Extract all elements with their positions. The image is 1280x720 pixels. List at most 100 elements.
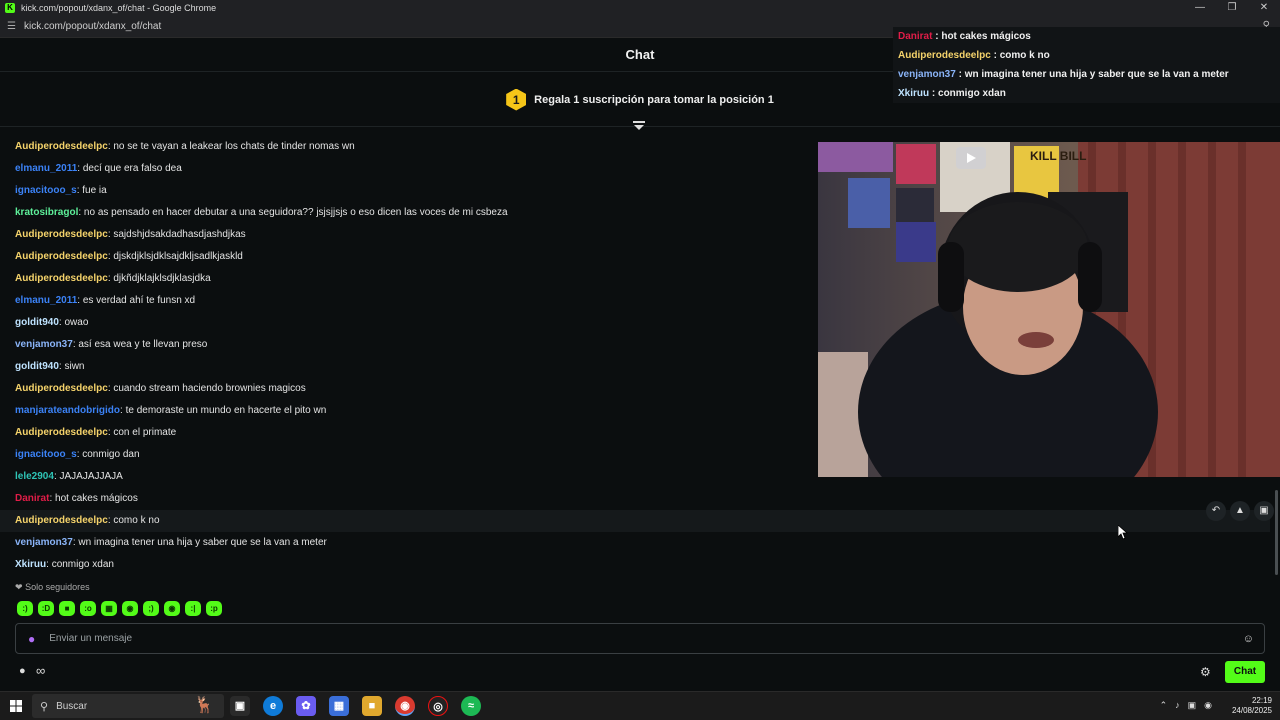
overlay-separator: :	[955, 69, 965, 80]
edge-icon[interactable]: e	[263, 696, 283, 716]
windows-start-icon[interactable]	[10, 700, 22, 712]
emote-4-icon[interactable]: :o	[80, 601, 96, 616]
microphone-icon[interactable]: ●	[28, 632, 35, 646]
chat-title: Chat	[625, 47, 655, 62]
message-text: te demoraste un mundo en hacerte el pito…	[125, 405, 327, 416]
message-text: djskdjklsjdklsajdkljsadlkjaskld	[113, 251, 243, 262]
message-input[interactable]	[49, 633, 1200, 644]
message-text: sajdshjdsakdadhasdjashdjkas	[113, 229, 246, 240]
message-username[interactable]: Audiperodesdeelpc	[15, 141, 108, 152]
system-tray: ⌃ ♪ ▣ ◉	[1160, 700, 1212, 711]
taskbar-search[interactable]: ⚲ Buscar 🦌	[32, 694, 224, 718]
chat-message[interactable]: Audiperodesdeelpc: como k no	[0, 510, 1270, 532]
volume-icon[interactable]: ♪	[1175, 700, 1180, 711]
restore-icon[interactable]: ❐	[1216, 0, 1248, 16]
obs-icon[interactable]: ◎	[428, 696, 448, 716]
message-username[interactable]: kratosibragol	[15, 207, 78, 218]
overlay-text: como k no	[999, 50, 1050, 61]
emote-6-icon[interactable]: ◉	[122, 601, 138, 616]
webcam-video: KILL BILL	[818, 142, 1280, 477]
network-icon[interactable]: ◉	[1204, 700, 1212, 711]
infinity-icon[interactable]: ∞	[36, 663, 45, 678]
message-input-box: ● ☺	[15, 623, 1265, 654]
minimize-icon[interactable]: —	[1184, 0, 1216, 16]
message-username[interactable]: Xkiruu	[15, 559, 46, 570]
chat-scrollbar[interactable]	[1275, 490, 1278, 575]
overlay-message: Audiperodesdeelpc : como k no	[898, 46, 1275, 65]
close-icon[interactable]: ✕	[1248, 0, 1280, 16]
store-icon[interactable]: ▦	[329, 696, 349, 716]
copilot-icon[interactable]: ✿	[296, 696, 316, 716]
emote-10-icon[interactable]: :p	[206, 601, 222, 616]
taskbar-clock[interactable]: 22:19 24/08/2025	[1232, 696, 1272, 716]
overlay-username: Audiperodesdeelpc	[898, 50, 991, 61]
clock-time: 22:19	[1251, 696, 1272, 705]
emote-8-icon[interactable]: ◉	[164, 601, 180, 616]
kick-points-icon[interactable]: ●	[19, 665, 26, 677]
message-username[interactable]: Audiperodesdeelpc	[15, 273, 108, 284]
taskbar-apps: ▣ e ✿ ▦ ■ ◉ ◎ ≈	[230, 696, 481, 716]
overlay-text: hot cakes mágicos	[941, 31, 1031, 42]
message-username[interactable]: goldit940	[15, 361, 59, 372]
emote-2-icon[interactable]: :D	[38, 601, 54, 616]
message-text: hot cakes mágicos	[55, 493, 138, 504]
chevron-up-icon[interactable]: ⌃	[1160, 700, 1168, 711]
url-text[interactable]: kick.com/popout/xdanx_of/chat	[24, 21, 161, 32]
message-username[interactable]: elmanu_2011	[15, 163, 77, 174]
overlay-separator: :	[932, 31, 942, 42]
taskbar-search-label: Buscar	[56, 700, 88, 712]
message-username[interactable]: lele2904	[15, 471, 54, 482]
emote-5-icon[interactable]: ▦	[101, 601, 117, 616]
message-text: conmigo xdan	[51, 559, 114, 570]
message-text: JAJAJAJJAJA	[59, 471, 123, 482]
file-explorer-icon[interactable]: ■	[362, 696, 382, 716]
message-text: wn imagina tener una hija y saber que se…	[78, 537, 327, 548]
reply-icon[interactable]: ↶	[1206, 501, 1226, 521]
message-username[interactable]: ignacitooo_s	[15, 449, 77, 460]
message-username[interactable]: ignacitooo_s	[15, 185, 77, 196]
chat-message[interactable]: Xkiruu: conmigo xdan	[0, 554, 1270, 576]
scroll-to-bottom-icon[interactable]	[633, 120, 645, 134]
chat-message[interactable]: venjamon37: wn imagina tener una hija y …	[0, 532, 1270, 554]
task-view-icon[interactable]: ▣	[230, 696, 250, 716]
deer-search-highlight-icon: 🦌	[194, 697, 214, 714]
delete-icon[interactable]: ▣	[1254, 501, 1274, 521]
overlay-message: venjamon37 : wn imagina tener una hija y…	[898, 65, 1275, 84]
overlay-text: conmigo xdan	[938, 88, 1006, 99]
chat-bottom-bar: ● ∞ ⚙ Chat	[0, 660, 1280, 686]
message-username[interactable]: Audiperodesdeelpc	[15, 251, 108, 262]
emote-7-icon[interactable]: ;)	[143, 601, 159, 616]
overlay-username: Xkiruu	[898, 88, 930, 99]
message-text: djkñdjklajklsdjklasjdka	[113, 273, 211, 284]
message-text: es verdad ahí te funsn xd	[82, 295, 196, 306]
message-username[interactable]: elmanu_2011	[15, 295, 77, 306]
clock-date: 24/08/2025	[1231, 706, 1272, 715]
message-username[interactable]: venjamon37	[15, 339, 73, 350]
message-username[interactable]: Danirat	[15, 493, 49, 504]
display-icon[interactable]: ▣	[1188, 700, 1197, 711]
spotify-icon[interactable]: ≈	[461, 696, 481, 716]
message-text: cuando stream haciendo brownies magicos	[113, 383, 306, 394]
message-username[interactable]: Audiperodesdeelpc	[15, 427, 108, 438]
chrome-icon[interactable]: ◉	[395, 696, 415, 716]
message-text: no se te vayan a leakear los chats de ti…	[113, 141, 355, 152]
message-username[interactable]: Audiperodesdeelpc	[15, 383, 108, 394]
message-username[interactable]: venjamon37	[15, 537, 73, 548]
overlay-message: Xkiruu : conmigo xdan	[898, 84, 1275, 103]
emote-1-icon[interactable]: :)	[17, 601, 33, 616]
emote-3-icon[interactable]: ■	[59, 601, 75, 616]
emoji-picker-icon[interactable]: ☺	[1243, 633, 1254, 645]
pin-icon[interactable]: ▲	[1230, 501, 1250, 521]
followers-only-label: Solo seguidores	[25, 582, 90, 592]
message-username[interactable]: manjarateandobrigido	[15, 405, 120, 416]
message-text: owao	[64, 317, 89, 328]
message-username[interactable]: Audiperodesdeelpc	[15, 229, 108, 240]
settings-gear-icon[interactable]: ⚙	[1200, 665, 1211, 679]
emote-9-icon[interactable]: :|	[185, 601, 201, 616]
send-chat-button[interactable]: Chat	[1225, 661, 1265, 683]
message-username[interactable]: goldit940	[15, 317, 59, 328]
message-text: no as pensado en hacer debutar a una seg…	[83, 207, 508, 218]
site-info-icon[interactable]: ☰	[7, 21, 16, 32]
chat-message[interactable]: Danirat: hot cakes mágicos	[0, 488, 1270, 510]
message-username[interactable]: Audiperodesdeelpc	[15, 515, 108, 526]
